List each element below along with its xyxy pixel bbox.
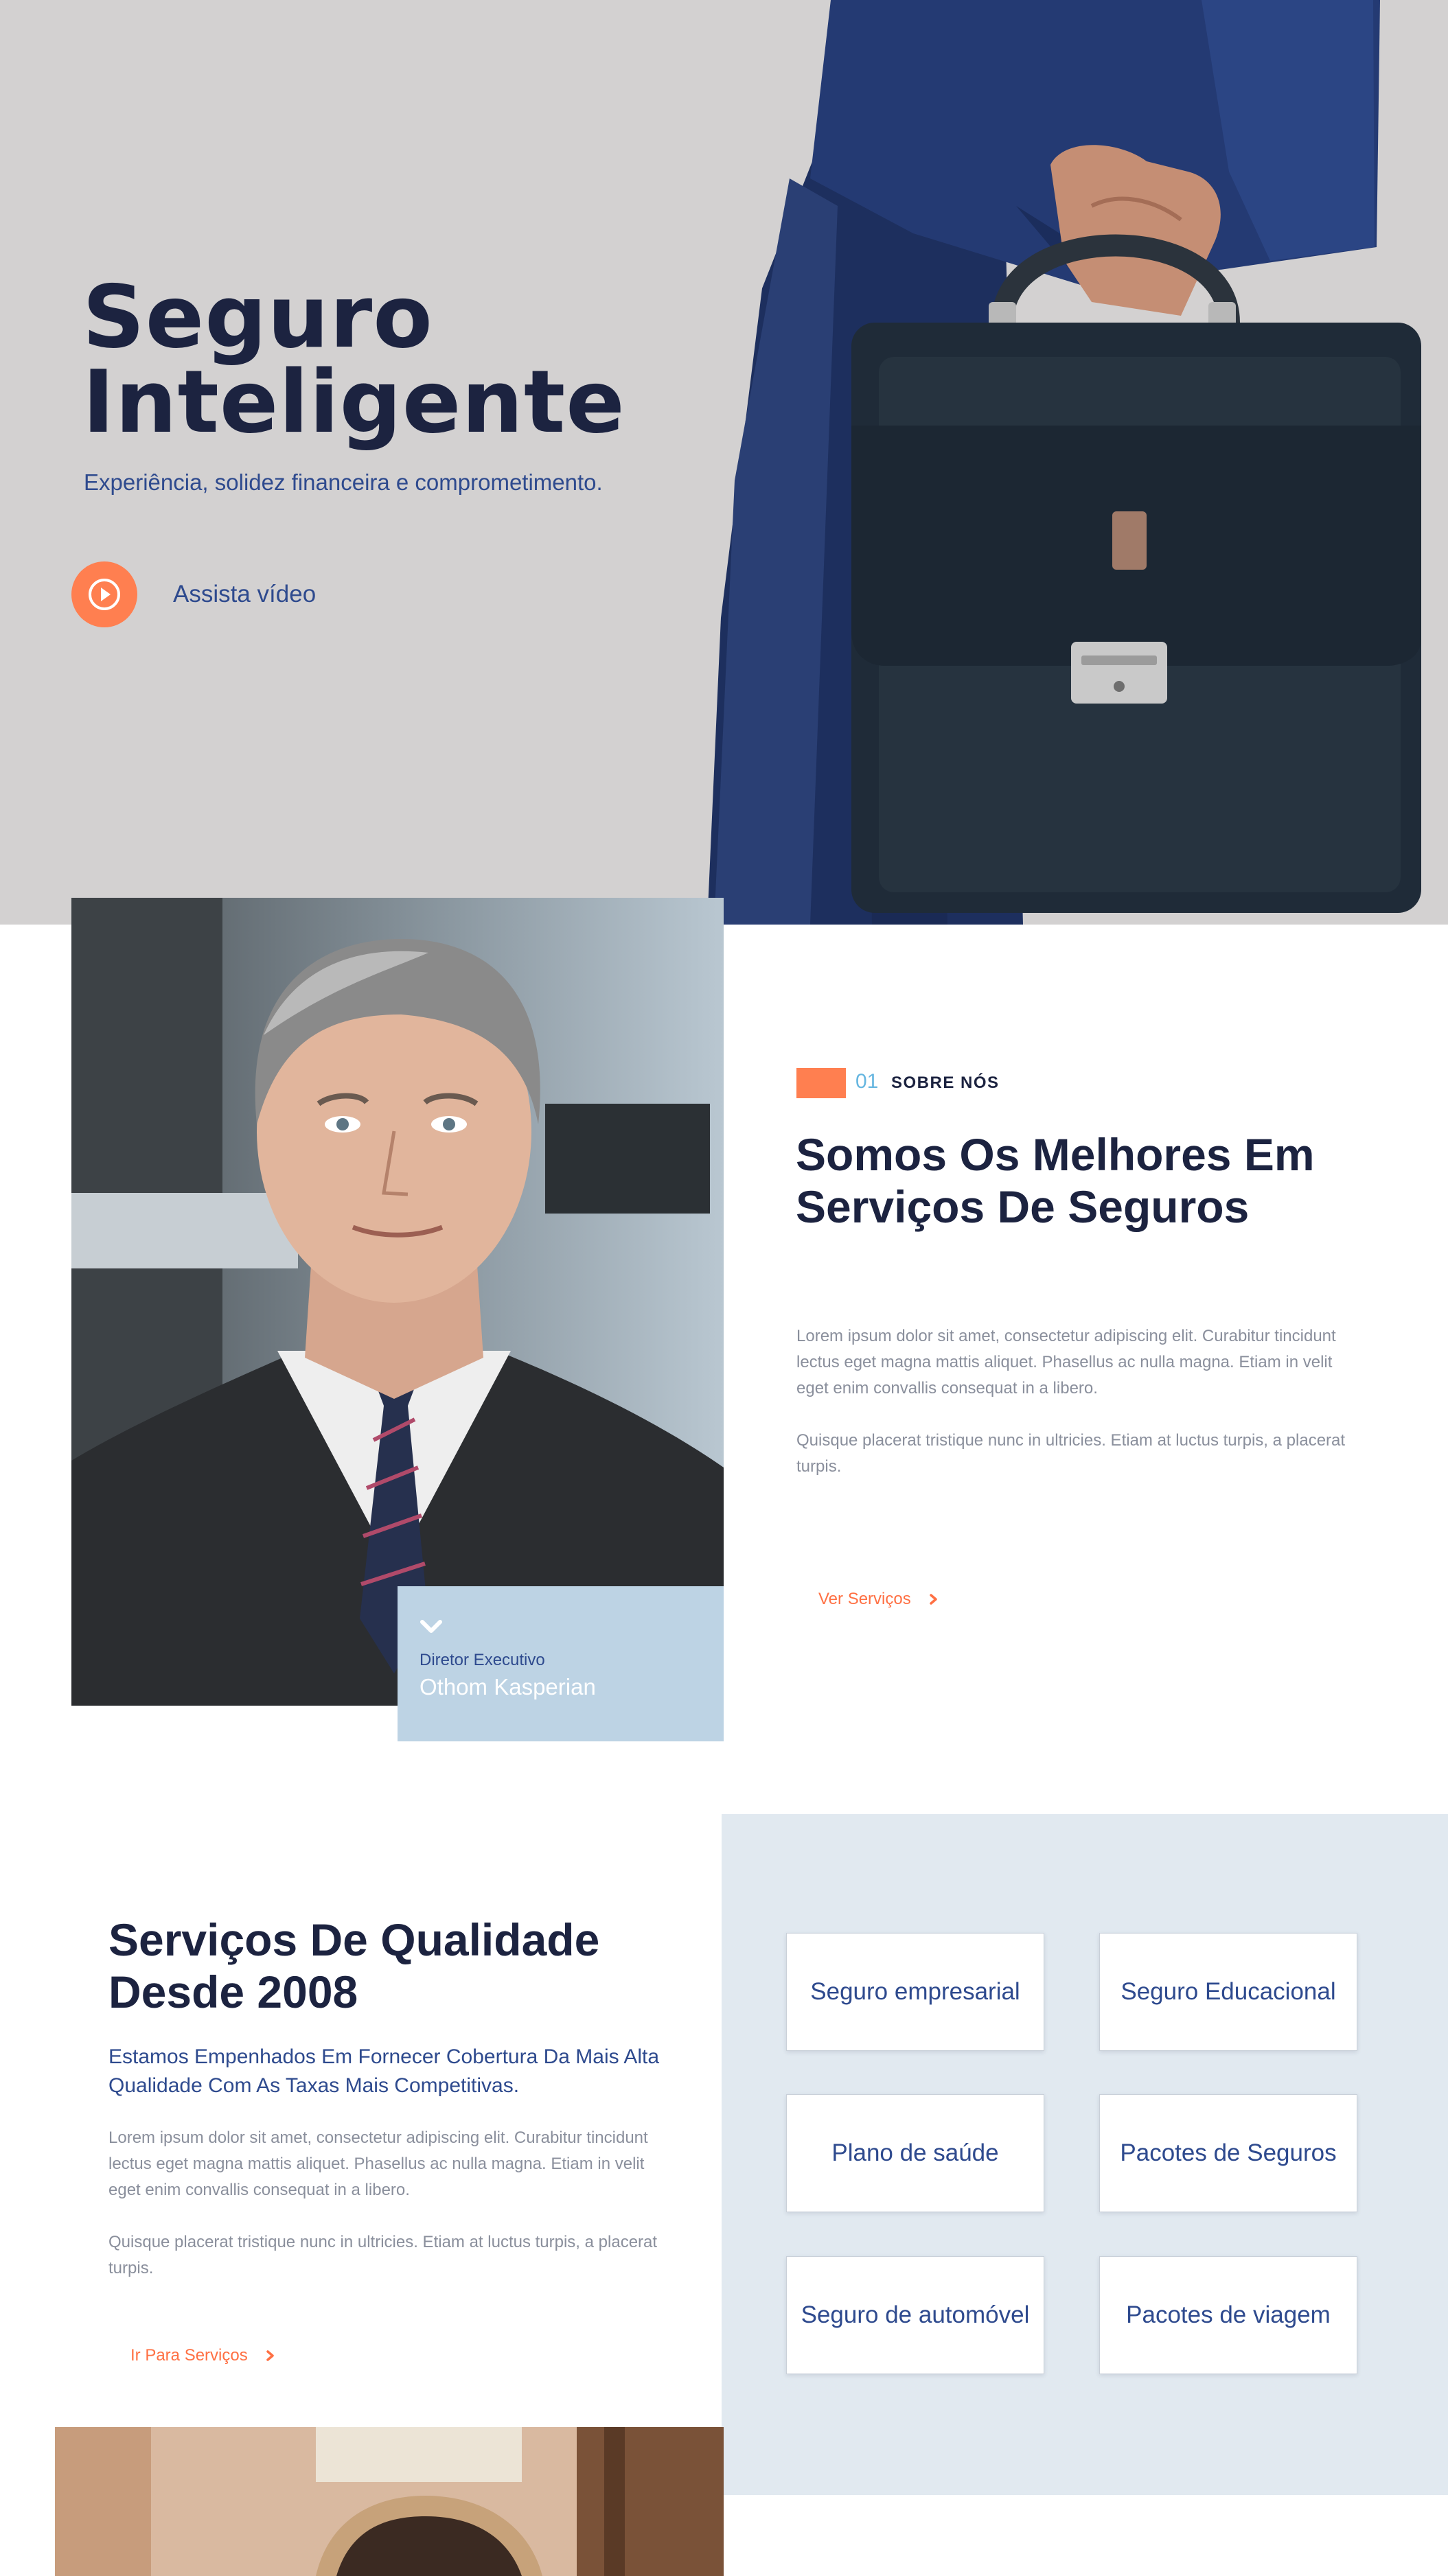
executive-role: Diretor Executivo xyxy=(420,1651,545,1669)
play-video-button[interactable] xyxy=(71,561,137,627)
services-heading-line-2: Desde 2008 xyxy=(108,1966,358,2017)
section-tag: SOBRE NÓS xyxy=(891,1074,1000,1092)
hero-section: Seguro Inteligente Experiência, solidez … xyxy=(0,0,1448,925)
service-card-education[interactable]: Seguro Educacional xyxy=(1099,1933,1357,2051)
executive-name: Othom Kasperian xyxy=(420,1674,596,1699)
services-paragraph: Quisque placerat tristique nunc in ultri… xyxy=(108,2233,658,2277)
about-heading: Somos Os Melhores Em Serviços De Seguros xyxy=(796,1128,1400,1233)
service-card-auto[interactable]: Seguro de automóvel xyxy=(786,2256,1044,2374)
businessman-briefcase-image xyxy=(707,0,1421,925)
team-photo xyxy=(55,2427,724,2576)
view-services-link[interactable]: Ver Serviços xyxy=(818,1590,939,1609)
services-heading: Serviços De Qualidade Desde 2008 xyxy=(108,1914,699,2018)
about-heading-line-1: Somos Os Melhores Em xyxy=(796,1129,1315,1180)
executive-photo xyxy=(71,898,724,1706)
go-to-services-label: Ir Para Serviços xyxy=(130,2346,248,2365)
chevron-right-icon xyxy=(266,2350,274,2361)
section-number: 01 xyxy=(855,1070,879,1093)
go-to-services-link[interactable]: Ir Para Serviços xyxy=(130,2346,275,2365)
hero-subtitle: Experiência, solidez financeira e compro… xyxy=(84,469,603,495)
service-card-packages[interactable]: Pacotes de Seguros xyxy=(1099,2094,1357,2212)
executive-portrait-image xyxy=(71,898,724,1706)
play-circle-icon xyxy=(89,579,120,610)
about-heading-line-2: Serviços De Seguros xyxy=(796,1181,1250,1232)
chevron-right-icon xyxy=(929,1594,937,1605)
services-heading-line-1: Serviços De Qualidade xyxy=(108,1914,600,1965)
executive-card: Diretor Executivo Othom Kasperian xyxy=(398,1586,724,1741)
view-services-label: Ver Serviços xyxy=(818,1590,911,1608)
services-paragraph: Lorem ipsum dolor sit amet, consectetur … xyxy=(108,2128,648,2199)
services-lead: Estamos Empenhados Em Fornecer Cobertura… xyxy=(108,2045,660,2097)
hero-title: Seguro Inteligente xyxy=(82,274,700,445)
service-card-business[interactable]: Seguro empresarial xyxy=(786,1933,1044,2051)
service-card-health[interactable]: Plano de saúde xyxy=(786,2094,1044,2212)
service-card-travel[interactable]: Pacotes de viagem xyxy=(1099,2256,1357,2374)
about-paragraph: Quisque placerat tristique nunc in ultri… xyxy=(796,1431,1346,1476)
hero-title-line-2: Inteligente xyxy=(82,351,625,452)
section-accent-bar xyxy=(796,1068,846,1098)
about-paragraph: Lorem ipsum dolor sit amet, consectetur … xyxy=(796,1327,1336,1397)
chevron-down-icon xyxy=(420,1620,442,1633)
woman-portrait-image xyxy=(55,2427,724,2576)
watch-video-link[interactable]: Assista vídeo xyxy=(173,581,316,608)
